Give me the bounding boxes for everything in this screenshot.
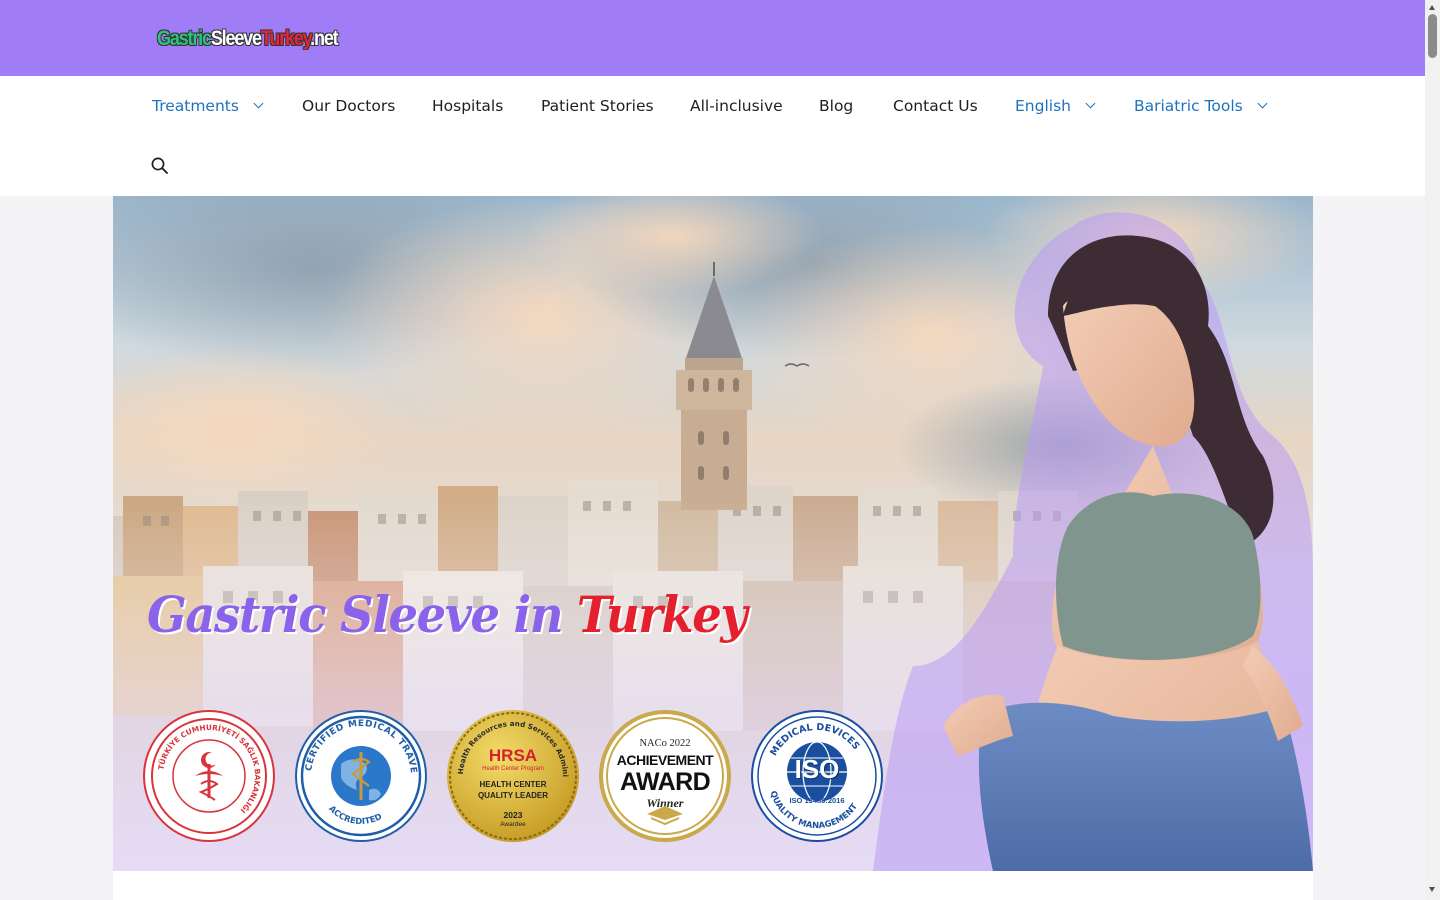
hero-banner: Gastric Sleeve in Turkey TÜRKİYE CUMHURİ… <box>113 196 1313 871</box>
headline-primary-text: Gastric Sleeve in <box>147 585 564 644</box>
page-scrollbar[interactable] <box>1425 0 1440 900</box>
logo-part-sleeve: Sleeve <box>210 27 262 50</box>
headline-accent-text: Turkey <box>576 585 747 644</box>
chevron-down-icon <box>1085 98 1096 109</box>
hrsa-line1: HEALTH CENTER <box>479 780 547 789</box>
main-navigation: Treatments Our Doctors Hospitals Patient… <box>0 76 1425 196</box>
nav-item-all-inclusive[interactable]: All-inclusive <box>690 96 783 116</box>
svg-text:ACCREDITED: ACCREDITED <box>327 803 383 826</box>
hero-headline: Gastric Sleeve in Turkey <box>147 580 747 650</box>
globe-caduceus-icon: CERTIFIED MEDICAL TRAVEL AGENT ACCREDITE… <box>297 712 422 837</box>
search-button[interactable] <box>150 156 170 176</box>
medical-travel-agent-badge: CERTIFIED MEDICAL TRAVEL AGENT ACCREDITE… <box>295 710 427 842</box>
logo-part-gastric: Gastric <box>157 27 212 50</box>
nav-item-patient-stories[interactable]: Patient Stories <box>541 96 654 116</box>
chevron-down-icon <box>1257 98 1268 109</box>
seal-emblem-icon: TÜRKİYE CUMHURİYETİ SAĞLIK BAKANLIĞI <box>151 718 267 834</box>
nav-item-hospitals[interactable]: Hospitals <box>432 96 503 116</box>
nav-item-label: Bariatric Tools <box>1134 97 1243 115</box>
chevron-down-icon <box>253 98 264 109</box>
logo-part-net: .net <box>310 27 338 50</box>
hrsa-subtitle: Health Center Program <box>482 766 544 772</box>
hrsa-badge: Health Resources and Services Administra… <box>447 710 579 842</box>
nav-item-bariatric-tools[interactable]: Bariatric Tools <box>1134 96 1268 116</box>
nav-item-label: English <box>1015 97 1071 115</box>
nav-item-label: Treatments <box>152 97 239 115</box>
search-icon <box>151 157 168 174</box>
iso-badge: MEDICAL DEVICES QUALITY MANAGEMENT ISO I… <box>751 710 883 842</box>
nav-item-english[interactable]: English <box>1015 96 1096 116</box>
iso-title: ISO <box>794 754 840 784</box>
hrsa-year: 2023 <box>503 810 523 820</box>
badge-ring-bottom-text: ACCREDITED <box>327 803 383 826</box>
content-area <box>113 871 1313 900</box>
naco-award-badge: NACo 2022 ACHIEVEMENT AWARD Winner <box>599 710 731 842</box>
nav-item-our-doctors[interactable]: Our Doctors <box>302 96 395 116</box>
nav-item-contact-us[interactable]: Contact Us <box>893 96 978 116</box>
logo-part-turkey: Turkey <box>260 27 312 50</box>
nav-item-blog[interactable]: Blog <box>819 96 853 116</box>
iso-standard-text: ISO 13485:2016 <box>789 796 845 805</box>
scroll-up-arrow-icon[interactable] <box>1429 5 1435 10</box>
scroll-down-arrow-icon[interactable] <box>1429 887 1435 892</box>
site-logo[interactable]: GastricSleeveTurkey.net <box>157 24 339 54</box>
scroll-thumb[interactable] <box>1428 14 1437 58</box>
hrsa-awardee: Awardee <box>500 821 526 828</box>
nav-item-treatments[interactable]: Treatments <box>152 96 264 116</box>
hrsa-line2: QUALITY LEADER <box>477 791 549 800</box>
site-header: GastricSleeveTurkey.net <box>0 0 1425 76</box>
laurel-icon <box>647 806 683 826</box>
ministry-of-health-seal: TÜRKİYE CUMHURİYETİ SAĞLIK BAKANLIĞI <box>143 710 275 842</box>
hrsa-title: HRSA <box>488 746 538 765</box>
